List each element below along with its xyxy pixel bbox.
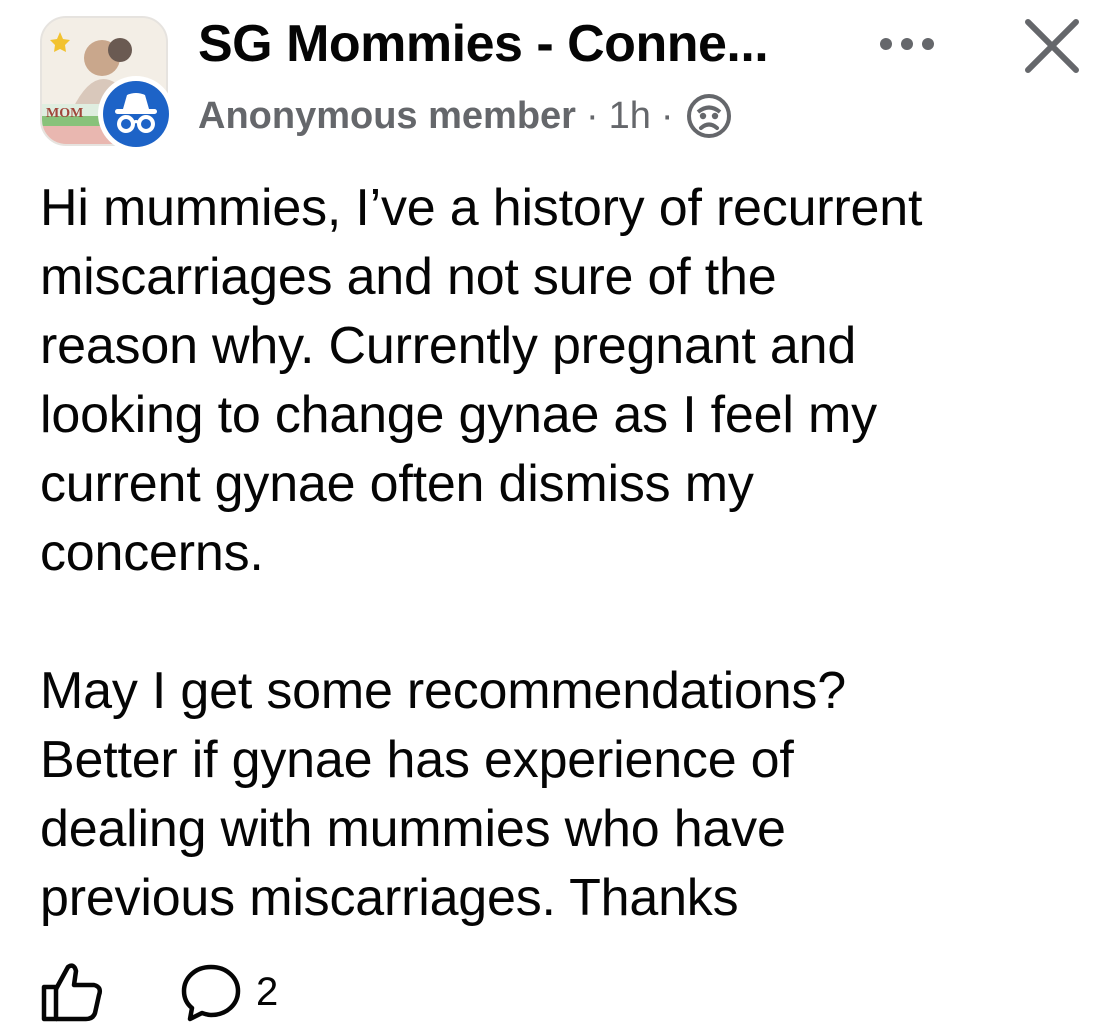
thumbs-up-icon (41, 963, 103, 1022)
close-button[interactable] (1018, 12, 1086, 80)
post-header: MOM SG Mommies - Conne... Anonymous memb… (0, 0, 1116, 160)
member-avatar[interactable] (98, 76, 174, 152)
comment-icon (181, 964, 241, 1022)
more-options-icon (880, 38, 934, 50)
comment-count: 2 (256, 969, 279, 1014)
author-name[interactable]: Anonymous member (198, 95, 576, 138)
post-time[interactable]: 1h (609, 95, 651, 138)
like-button[interactable] (38, 957, 108, 1027)
anonymous-face-icon[interactable] (684, 91, 734, 141)
post-meta: Anonymous member · 1h · (198, 92, 734, 140)
anonymous-badge (103, 81, 169, 147)
comment-button[interactable]: 2 (178, 959, 278, 1025)
svg-text:MOM: MOM (46, 106, 83, 121)
group-name[interactable]: SG Mommies - Conne... (198, 14, 769, 74)
meta-separator: · (585, 94, 599, 137)
more-options-button[interactable] (872, 24, 942, 64)
post-paragraph-1: Hi mummies, I’ve a history of recurrent … (40, 179, 923, 582)
post-paragraph-2: May I get some recommendations? Better i… (40, 662, 846, 927)
post-body: Hi mummies, I’ve a history of recurrent … (40, 174, 1090, 933)
post-actions: 2 (38, 956, 278, 1028)
meta-separator-2: · (660, 94, 674, 137)
close-icon (1025, 19, 1079, 73)
incognito-icon (115, 93, 157, 133)
